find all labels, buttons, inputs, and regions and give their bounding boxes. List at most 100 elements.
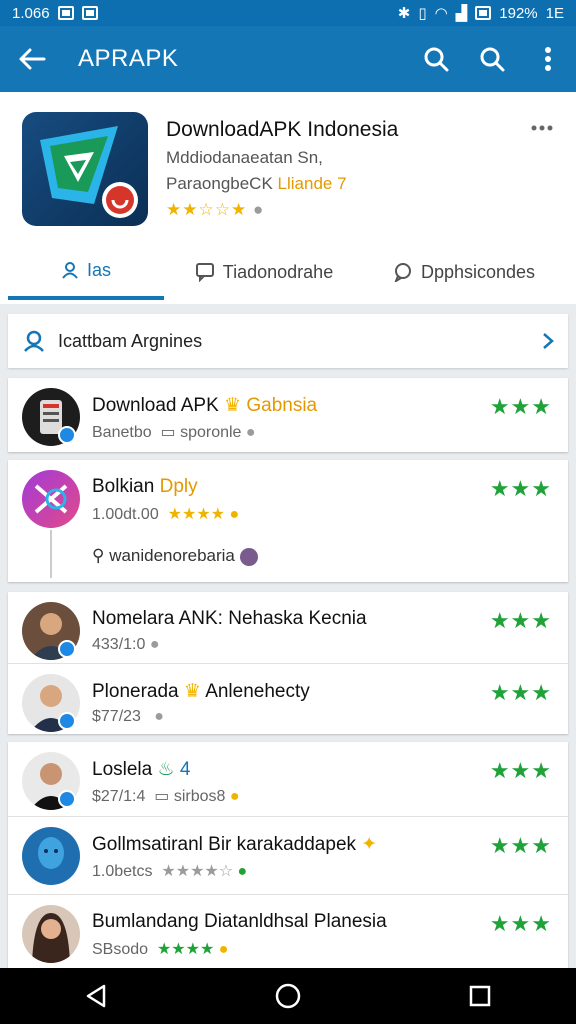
item-meta2-text: sirbos8 <box>173 788 226 805</box>
app-header: DownloadAPK Indonesia Mddiodanaeatan Sn,… <box>0 92 576 304</box>
person-icon <box>62 262 78 279</box>
emoji-icon: ♨ <box>157 759 175 780</box>
coin-icon: ● <box>229 506 240 523</box>
item-meta-stars: ★★★★ <box>167 506 225 523</box>
emoji-icon: ♛ <box>183 681 201 702</box>
item-title: Gollmsatiranl Bir karakaddapek ✦ <box>92 833 377 856</box>
thread-line <box>50 530 52 578</box>
item-title-highlight: Gabnsia <box>246 395 318 416</box>
item-title-highlight: Anlenehecty <box>205 681 310 702</box>
overflow-menu-button[interactable] <box>520 26 576 92</box>
item-rating-stars: ★★★ <box>489 680 552 705</box>
section-header[interactable]: Icattbam Argnines <box>8 314 568 368</box>
app-bar: APRAPK <box>0 26 576 92</box>
item-meta-text: $77/23 <box>92 708 141 725</box>
item-meta-text: Banetbo <box>92 424 152 441</box>
item-rating-stars: ★★★ <box>489 758 552 783</box>
app-category: ParaongbeCK Lliande 7 <box>166 174 347 194</box>
list-item[interactable]: Plonerada ♛ Anlenehecty $77/23 ● ★★★ <box>8 663 568 734</box>
item-meta-text: $27/1:4 <box>92 788 146 805</box>
item-meta-text: 1.00dt.00 <box>92 506 159 523</box>
list-item[interactable]: Gollmsatiranl Bir karakaddapek ✦ 1.0betc… <box>8 816 568 894</box>
list-item[interactable]: Nomelara ANK: Nehaska Kecnia 433/1:0 ● ★… <box>8 592 568 663</box>
info-icon: ● <box>245 424 256 441</box>
back-button[interactable] <box>0 26 64 92</box>
rating-stars: ★★☆☆★ <box>166 200 248 219</box>
info-icon: ● <box>154 708 164 725</box>
tab-ias[interactable]: Ias <box>8 244 164 300</box>
avatar <box>22 905 80 963</box>
item-title-text: Plonerada <box>92 681 179 702</box>
item-title-text: Download APK <box>92 395 219 416</box>
info-icon: ● <box>149 636 160 653</box>
more-horiz-icon <box>531 125 553 131</box>
tab-label: Tiadonodrahe <box>222 261 334 282</box>
item-comment: ⚲ wanidenorebaria <box>92 546 258 566</box>
list-item[interactable]: Download APK ♛ Gabnsia Banetbo ▭ sporonl… <box>8 378 568 452</box>
item-meta: $27/1:4 ▭ sirbos8 ● <box>92 786 240 806</box>
item-title: Nomelara ANK: Nehaska Kecnia <box>92 608 367 629</box>
item-title-text: Gollmsatiranl Bir karakaddapek <box>92 834 357 855</box>
coin-icon: ● <box>229 788 240 805</box>
chevron-right-icon <box>543 333 554 349</box>
list-item[interactable]: Bumlandang Diatanldhsal Planesia SBsodo … <box>8 894 568 968</box>
item-meta: 1.00dt.00 ★★★★ ● <box>92 504 239 524</box>
vibrate-icon: ▯ <box>418 5 427 22</box>
item-rating-stars: ★★★ <box>489 911 552 936</box>
status-bar: 1.066 ✱ ▯ ◠ ▟ 192% 1E <box>0 0 576 26</box>
app-rating: ★★☆☆★ ● <box>166 200 264 220</box>
item-title-highlight: Dply <box>159 476 198 497</box>
item-meta: Banetbo ▭ sporonle ● <box>92 422 256 442</box>
search-button[interactable] <box>408 26 464 92</box>
nav-back-button[interactable] <box>56 968 136 1024</box>
item-meta2-text: sporonle <box>180 424 242 441</box>
item-rating-stars: ★★★ <box>489 833 552 858</box>
nav-home-button[interactable] <box>248 968 328 1024</box>
item-rating-stars: ★★★ <box>489 608 552 633</box>
list-card: Loslela ♨ 4 $27/1:4 ▭ sirbos8 ● ★★★ Goll… <box>8 742 568 968</box>
app-category-text: ParaongbeCK <box>166 174 273 193</box>
item-rating-stars: ★★★ <box>489 476 552 501</box>
tab-tiadonodrahe[interactable]: Tiadonodrahe <box>164 244 364 300</box>
item-meta: SBsodo ★★★★ ● <box>92 939 228 959</box>
app-title: DownloadAPK Indonesia <box>166 118 399 141</box>
chat-icon: ▭ <box>160 424 176 441</box>
battery-icon <box>475 6 492 20</box>
verified-badge-icon <box>58 640 76 658</box>
search-icon <box>424 47 449 72</box>
item-meta-stars: ★★★★☆ <box>161 863 234 880</box>
verified-badge-icon <box>58 712 76 730</box>
item-title-highlight: 4 <box>179 759 191 780</box>
app-icon <box>22 470 80 528</box>
item-rating-stars: ★★★ <box>489 394 552 419</box>
item-meta-text: 1.0betcs <box>92 863 153 880</box>
item-title: Loslela ♨ 4 <box>92 758 190 781</box>
search-icon: ⚲ <box>92 546 105 565</box>
section-label: Icattbam Argnines <box>58 330 203 351</box>
list-item[interactable]: Loslela ♨ 4 $27/1:4 ▭ sirbos8 ● ★★★ <box>8 742 568 816</box>
tab-bar: Ias Tiadonodrahe Dpphsicondes <box>0 244 576 300</box>
item-meta: 1.0betcs ★★★★☆ ● <box>92 861 247 881</box>
notification-icon <box>57 6 74 20</box>
leaf-icon: ● <box>237 863 248 880</box>
search-button-2[interactable] <box>464 26 520 92</box>
item-comment-text: wanidenorebaria <box>109 546 235 565</box>
tab-dpphsicondes[interactable]: Dpphsicondes <box>364 244 564 300</box>
chat-icon: ▭ <box>154 788 170 805</box>
item-title: Download APK ♛ Gabnsia <box>92 394 317 417</box>
more-options-button[interactable] <box>528 118 556 138</box>
status-time: 1.066 <box>12 4 50 22</box>
app-bar-title: APRAPK <box>78 45 179 72</box>
item-title: Plonerada ♛ Anlenehecty <box>92 680 310 703</box>
item-meta-stars: ★★★★ <box>156 941 215 958</box>
item-meta-text: SBsodo <box>92 941 149 958</box>
network-type: 1E <box>545 4 564 22</box>
verified-badge-icon <box>58 790 76 808</box>
signal-icon: ▟ <box>455 5 468 22</box>
nav-recents-button[interactable] <box>440 968 520 1024</box>
coin-icon: ● <box>218 941 229 958</box>
avatar <box>239 547 258 566</box>
users-icon <box>24 330 44 352</box>
more-vert-icon <box>545 47 551 71</box>
list-item[interactable]: Bolkian Dply 1.00dt.00 ★★★★ ● ⚲ wanideno… <box>8 460 568 582</box>
